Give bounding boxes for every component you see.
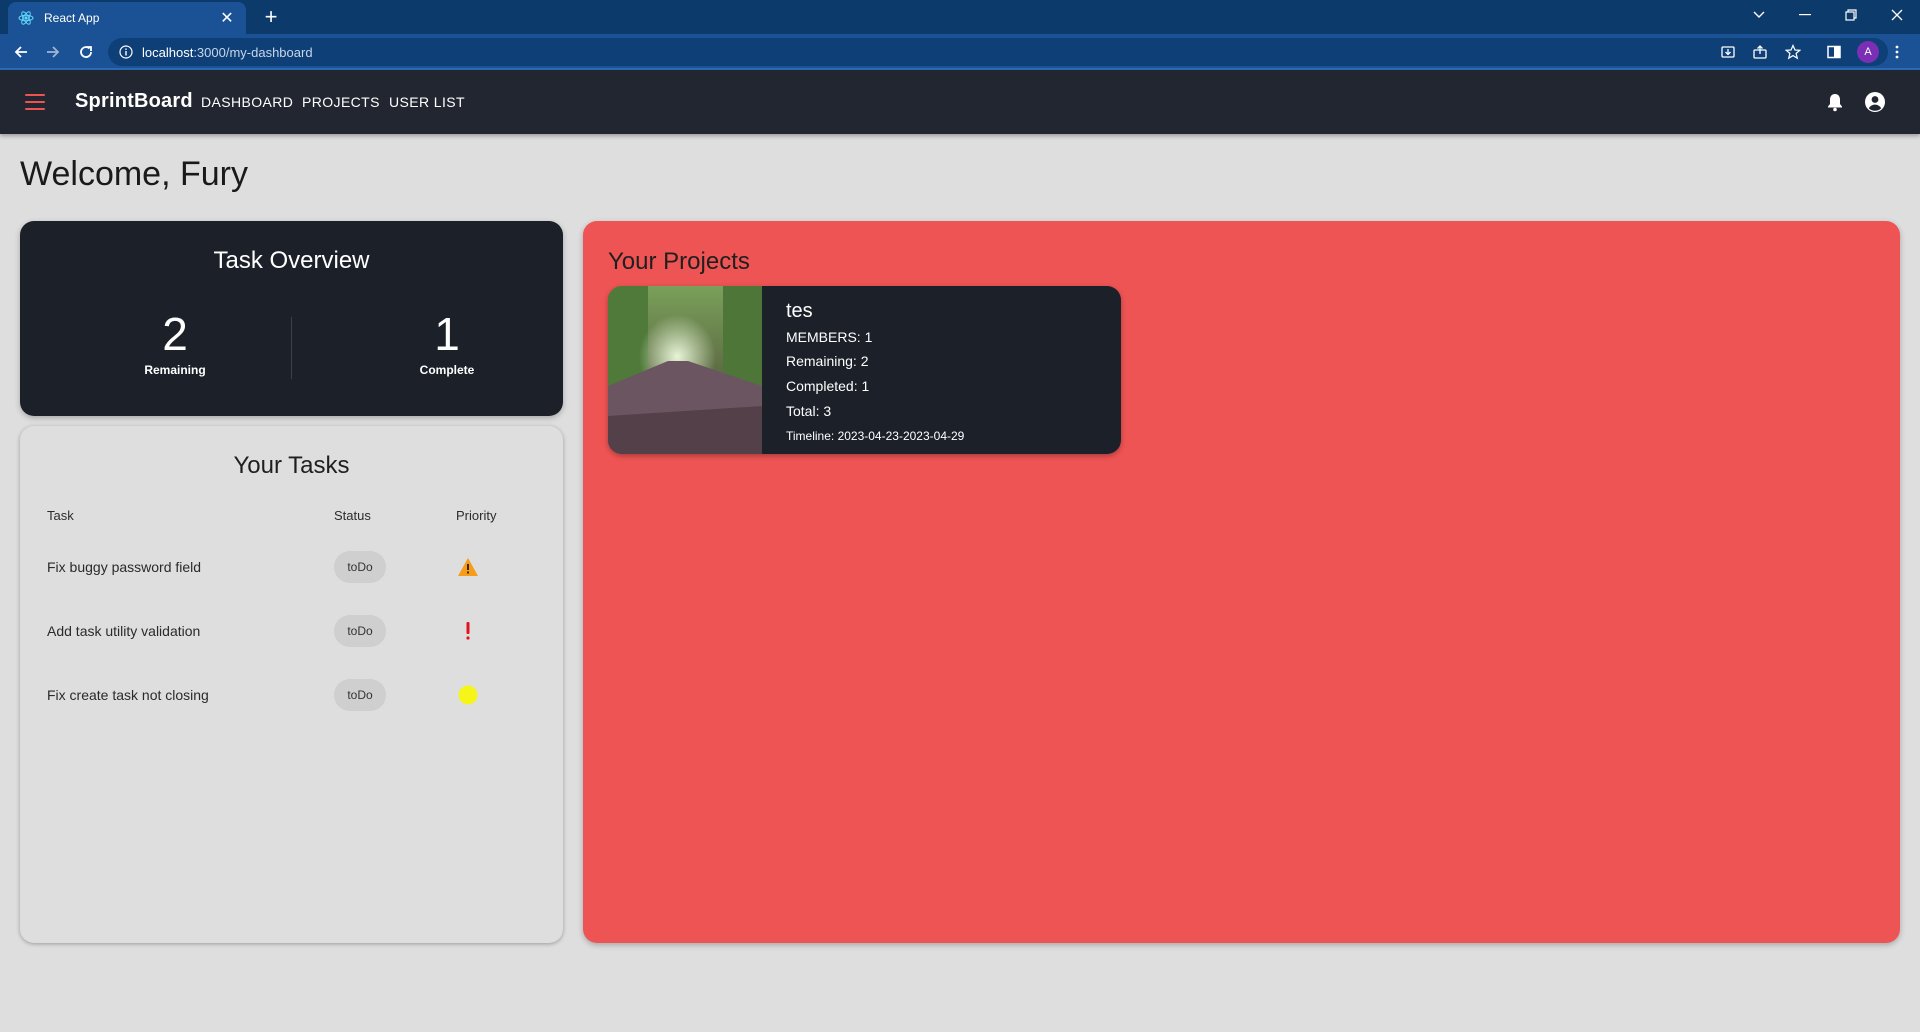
your-tasks-card: Your Tasks Task Status Priority Fix bugg… bbox=[20, 426, 563, 943]
remaining-label: Remaining bbox=[144, 363, 206, 377]
your-projects-panel: Your Projects tes MEMBERS: 1 Remaining: … bbox=[583, 221, 1900, 943]
forward-icon[interactable] bbox=[40, 39, 66, 65]
table-row[interactable]: Fix buggy password field toDo bbox=[20, 537, 563, 601]
page-title: Welcome, Fury bbox=[20, 155, 248, 193]
your-projects-title: Your Projects bbox=[608, 248, 750, 275]
status-chip[interactable]: toDo bbox=[334, 551, 386, 583]
browser-toolbar: localhost:3000/my-dashboard A bbox=[0, 34, 1920, 70]
react-icon bbox=[18, 10, 34, 26]
task-name: Fix create task not closing bbox=[47, 687, 209, 703]
minimize-button[interactable] bbox=[1782, 0, 1828, 30]
new-tab-button[interactable]: + bbox=[258, 4, 284, 30]
close-window-button[interactable] bbox=[1874, 0, 1920, 30]
browser-tab[interactable]: React App ✕ bbox=[8, 2, 246, 34]
column-header-status: Status bbox=[334, 508, 371, 523]
tab-close-icon[interactable]: ✕ bbox=[218, 8, 236, 28]
reload-icon[interactable] bbox=[73, 39, 99, 65]
restore-button[interactable] bbox=[1828, 0, 1874, 30]
remaining-stat: 2 Remaining bbox=[75, 309, 275, 377]
app-bar: SprintBoard DASHBOARD PROJECTS USER LIST bbox=[0, 70, 1920, 134]
your-tasks-title: Your Tasks bbox=[233, 452, 350, 479]
profile-avatar[interactable]: A bbox=[1857, 41, 1879, 63]
info-icon[interactable] bbox=[118, 44, 134, 60]
project-card[interactable]: tes MEMBERS: 1 Remaining: 2 Completed: 1… bbox=[608, 286, 1121, 454]
project-thumbnail bbox=[608, 286, 762, 454]
share-icon[interactable] bbox=[1751, 43, 1769, 61]
notifications-bell-icon[interactable] bbox=[1825, 92, 1845, 112]
complete-label: Complete bbox=[419, 363, 475, 377]
nav-projects[interactable]: PROJECTS bbox=[302, 94, 380, 110]
status-chip[interactable]: toDo bbox=[334, 615, 386, 647]
project-members: MEMBERS: 1 bbox=[786, 329, 873, 345]
tab-title: React App bbox=[44, 11, 100, 25]
exclamation-icon bbox=[456, 620, 480, 642]
yellow-circle-icon bbox=[456, 684, 480, 706]
back-icon[interactable] bbox=[8, 39, 34, 65]
column-header-priority: Priority bbox=[456, 508, 497, 523]
warning-icon bbox=[456, 556, 480, 578]
install-app-icon[interactable] bbox=[1719, 43, 1737, 61]
task-overview-title: Task Overview bbox=[213, 247, 370, 274]
url-host: localhost bbox=[142, 44, 194, 60]
account-circle-icon[interactable] bbox=[1864, 91, 1886, 113]
browser-tabstrip: React App ✕ + bbox=[0, 0, 1920, 34]
project-name: tes bbox=[786, 300, 813, 322]
brand-logo[interactable]: SprintBoard bbox=[75, 90, 193, 113]
project-completed: Completed: 1 bbox=[786, 378, 870, 394]
project-total: Total: 3 bbox=[786, 403, 832, 419]
project-remaining: Remaining: 2 bbox=[786, 353, 869, 369]
overview-divider bbox=[291, 317, 292, 379]
tab-search-icon[interactable] bbox=[1736, 0, 1782, 30]
table-row[interactable]: Fix create task not closing toDo bbox=[20, 665, 563, 729]
bookmark-star-icon[interactable] bbox=[1784, 43, 1802, 61]
complete-count: 1 bbox=[434, 308, 460, 360]
hamburger-menu-icon[interactable] bbox=[22, 90, 48, 114]
browser-menu-icon[interactable] bbox=[1888, 43, 1906, 61]
remaining-count: 2 bbox=[162, 308, 188, 360]
task-name: Fix buggy password field bbox=[47, 559, 202, 575]
address-bar[interactable]: localhost:3000/my-dashboard bbox=[108, 38, 1888, 66]
status-chip[interactable]: toDo bbox=[334, 679, 386, 711]
table-row[interactable]: Add task utility validation toDo bbox=[20, 601, 563, 665]
complete-stat: 1 Complete bbox=[347, 309, 547, 377]
project-timeline: Timeline: 2023-04-23-2023-04-29 bbox=[786, 429, 965, 443]
side-panel-icon[interactable] bbox=[1825, 43, 1843, 61]
task-overview-card: Task Overview 2 Remaining 1 Complete bbox=[20, 221, 563, 416]
column-header-task: Task bbox=[47, 508, 74, 523]
nav-user-list[interactable]: USER LIST bbox=[389, 94, 465, 110]
url-path: :3000/my-dashboard bbox=[193, 44, 313, 60]
nav-dashboard[interactable]: DASHBOARD bbox=[201, 94, 293, 110]
task-name: Add task utility validation bbox=[47, 623, 201, 639]
